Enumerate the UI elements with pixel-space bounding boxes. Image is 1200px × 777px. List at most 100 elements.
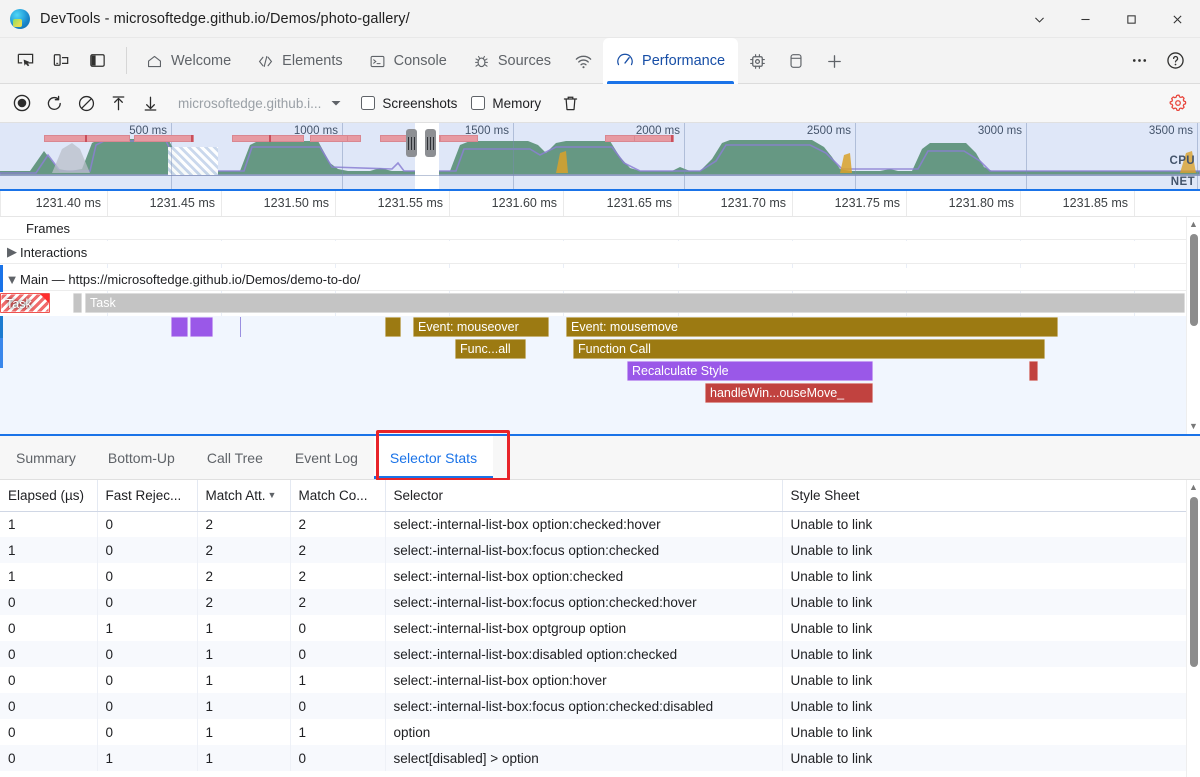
application-storage-icon <box>787 52 805 70</box>
cell-style-sheet: Unable to link <box>782 589 1186 615</box>
cell-fast-reject: 0 <box>97 719 197 745</box>
tab-elements[interactable]: Elements <box>244 38 355 84</box>
col-header-match-count[interactable]: Match Co... <box>290 480 385 511</box>
flame-bar-recalculate-style[interactable]: Recalculate Style <box>627 361 873 381</box>
col-header-match-attempts[interactable]: Match Att.▼ <box>197 480 290 511</box>
inspect-element-icon[interactable] <box>8 44 42 78</box>
selector-stats-table-container[interactable]: Elapsed (µs) Fast Rejec... Match Att.▼ M… <box>0 480 1200 777</box>
upload-arrow-icon[interactable] <box>103 88 133 118</box>
tab-summary[interactable]: Summary <box>0 436 92 479</box>
screenshots-checkbox[interactable]: Screenshots <box>361 96 457 111</box>
minimize-icon[interactable] <box>1062 0 1108 38</box>
overview-gridline <box>171 123 172 189</box>
clear-slash-icon[interactable] <box>71 88 101 118</box>
cell-style-sheet: Unable to link <box>782 615 1186 641</box>
maximize-icon[interactable] <box>1108 0 1154 38</box>
tab-performance[interactable]: Performance <box>603 38 738 84</box>
ruler-tick-label: 1231.45 ms <box>150 196 221 210</box>
scrollbar-thumb[interactable] <box>1190 234 1198 326</box>
flame-bar-event-mouseover[interactable]: Event: mouseover <box>413 317 549 337</box>
scrollbar-thumb[interactable] <box>1190 497 1198 667</box>
record-circle-icon[interactable] <box>7 88 37 118</box>
tab-application[interactable] <box>777 38 815 84</box>
tab-selector-stats[interactable]: Selector Stats <box>374 436 493 479</box>
scroll-up-arrow-icon[interactable]: ▲ <box>1189 480 1198 495</box>
flame-bar[interactable] <box>1029 361 1038 381</box>
tab-call-tree[interactable]: Call Tree <box>191 436 279 479</box>
scroll-down-arrow-icon[interactable]: ▼ <box>1189 419 1198 434</box>
flame-bar-function-call[interactable]: Function Call <box>573 339 1045 359</box>
track-label: Main — https://microsoftedge.github.io/D… <box>20 272 360 287</box>
table-row[interactable]: 0 0 1 0 select:-internal-list-box:disabl… <box>0 641 1186 667</box>
panel-tools-group <box>0 38 120 83</box>
flame-bar-thin[interactable] <box>240 317 241 337</box>
col-header-elapsed[interactable]: Elapsed (µs) <box>0 480 97 511</box>
flame-bar[interactable] <box>73 293 82 313</box>
add-panel-button[interactable] <box>815 38 854 84</box>
overview-gridline <box>342 123 343 189</box>
cell-fast-reject: 0 <box>97 537 197 563</box>
profile-select-label[interactable]: microsoftedge.github.i... <box>178 96 321 111</box>
track-frames[interactable]: Frames <box>0 217 1186 240</box>
code-brackets-icon <box>257 53 274 70</box>
track-main[interactable]: ▼ Main — https://microsoftedge.github.io… <box>0 268 1186 291</box>
device-emulation-icon[interactable] <box>44 44 78 78</box>
table-row[interactable]: 1 0 2 2 select:-internal-list-box option… <box>0 563 1186 589</box>
table-row[interactable]: 1 0 2 2 select:-internal-list-box option… <box>0 511 1186 537</box>
table-row[interactable]: 1 0 2 2 select:-internal-list-box:focus … <box>0 537 1186 563</box>
flame-bar-event-mousemove[interactable]: Event: mousemove <box>566 317 1058 337</box>
flame-bar-handle-window-mousemove[interactable]: handleWin...ouseMove_ <box>705 383 873 403</box>
profile-select-chevron-down-icon[interactable] <box>325 90 347 116</box>
table-row[interactable]: 0 0 1 1 select:-internal-list-box option… <box>0 667 1186 693</box>
ruler-tick-label: 1231.40 ms <box>36 196 107 210</box>
overview-window-handle-left[interactable] <box>406 129 417 157</box>
flame-chart[interactable]: Frames ▶ Interactions ▼ Main — https://m… <box>0 217 1200 436</box>
timeline-overview[interactable]: 500 ms 1000 ms 1500 ms 2000 ms 2500 ms 3… <box>0 123 1200 191</box>
table-scrollbar[interactable]: ▲ <box>1186 480 1200 777</box>
col-header-style-sheet[interactable]: Style Sheet <box>782 480 1186 511</box>
tab-network[interactable] <box>564 38 603 84</box>
table-row[interactable]: 0 0 1 0 select:-internal-list-box:focus … <box>0 693 1186 719</box>
ruler-tick-label: 1231.55 ms <box>378 196 449 210</box>
table-row[interactable]: 0 0 2 2 select:-internal-list-box:focus … <box>0 589 1186 615</box>
cell-style-sheet: Unable to link <box>782 641 1186 667</box>
chevron-right-icon[interactable]: ▶ <box>4 244 20 260</box>
more-options-icon[interactable] <box>1122 44 1156 78</box>
col-header-selector[interactable]: Selector <box>385 480 782 511</box>
download-arrow-icon[interactable] <box>135 88 165 118</box>
col-header-fast-reject[interactable]: Fast Rejec... <box>97 480 197 511</box>
flame-bar[interactable] <box>385 317 401 337</box>
flame-chart-scrollbar[interactable]: ▲ ▼ <box>1186 217 1200 434</box>
tab-sources[interactable]: Sources <box>460 38 564 84</box>
cell-match-attempts: 2 <box>197 563 290 589</box>
table-row[interactable]: 0 1 1 0 select[disabled] > option Unable… <box>0 745 1186 771</box>
cell-selector: select:-internal-list-box option:checked <box>385 563 782 589</box>
overview-gridline <box>1197 123 1198 189</box>
scroll-up-arrow-icon[interactable]: ▲ <box>1189 217 1198 232</box>
table-row[interactable]: 0 0 1 1 option Unable to link <box>0 719 1186 745</box>
help-icon[interactable] <box>1158 44 1192 78</box>
flame-bar[interactable] <box>171 317 188 337</box>
tab-welcome[interactable]: Welcome <box>133 38 244 84</box>
cell-elapsed: 0 <box>0 667 97 693</box>
flame-bar-function-call-short[interactable]: Func...all <box>455 339 526 359</box>
flame-bar-task[interactable]: Task <box>0 293 50 313</box>
close-icon[interactable] <box>1154 0 1200 38</box>
table-row[interactable]: 0 1 1 0 select:-internal-list-box optgro… <box>0 615 1186 641</box>
chevron-down-icon[interactable] <box>1016 0 1062 38</box>
tab-console[interactable]: Console <box>356 38 460 84</box>
tab-memory[interactable] <box>738 38 777 84</box>
overview-window-handle-right[interactable] <box>425 129 436 157</box>
track-interactions[interactable]: ▶ Interactions <box>0 241 1186 264</box>
flame-bar-task[interactable]: Task <box>85 293 1185 313</box>
refresh-icon[interactable] <box>39 88 69 118</box>
tab-event-log[interactable]: Event Log <box>279 436 374 479</box>
gear-icon[interactable] <box>1163 88 1193 118</box>
memory-checkbox[interactable]: Memory <box>471 96 541 111</box>
tab-bottom-up[interactable]: Bottom-Up <box>92 436 191 479</box>
dock-side-icon[interactable] <box>80 44 114 78</box>
flame-bar[interactable] <box>190 317 213 337</box>
trash-icon[interactable] <box>555 88 585 118</box>
cell-match-attempts: 1 <box>197 745 290 771</box>
chevron-down-icon[interactable]: ▼ <box>4 272 20 287</box>
